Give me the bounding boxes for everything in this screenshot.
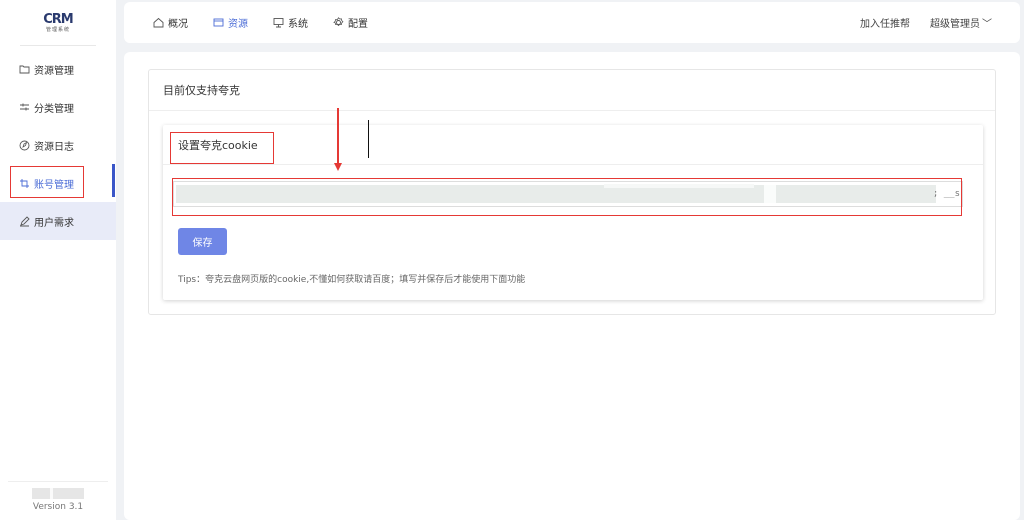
settings-icon — [332, 17, 344, 28]
sidebar-item-logs[interactable]: 资源日志 — [0, 126, 116, 164]
sidebar-item-label: 资源管理 — [34, 65, 74, 77]
annotation-box-accounts — [10, 166, 84, 198]
top-right: 加入任推帮 超级管理员 ﹀ — [840, 2, 992, 43]
annotation-box-card-title — [170, 132, 274, 164]
tab-resources[interactable]: 资源 — [212, 15, 248, 30]
folder-icon — [18, 63, 30, 75]
tab-system[interactable]: 系统 — [272, 15, 308, 30]
save-button[interactable]: 保存 — [178, 228, 227, 255]
sidebar: CRM 管理系统 资源管理 分类管理 资源日志 账号管理 用户需求 Versio… — [0, 0, 116, 520]
user-name: 超级管理员 — [930, 19, 980, 30]
tab-settings[interactable]: 配置 — [332, 15, 368, 30]
recommend-link[interactable]: 加入任推帮 — [860, 15, 910, 30]
tips-text: Tips：夸克云盘网页版的cookie,不懂如何获取请百度；填写并保存后才能使用… — [178, 275, 526, 285]
tab-label: 配置 — [348, 19, 368, 30]
home-icon — [152, 17, 164, 28]
sidebar-item-resources[interactable]: 资源管理 — [0, 50, 116, 88]
sidebar-item-label: 资源日志 — [34, 141, 74, 153]
sidebar-item-label: 用户需求 — [34, 217, 74, 229]
panel-title: 目前仅支持夸克 — [149, 70, 995, 111]
version-label: Version 3.1 — [32, 502, 84, 512]
tab-label: 资源 — [228, 19, 248, 30]
annotation-arrow-head — [334, 163, 342, 171]
main-content: 目前仅支持夸克 设置夸克cookie ; __s 保存 Tips：夸克云盘网页版… — [124, 52, 1020, 520]
sliders-icon — [18, 101, 30, 113]
box-icon — [212, 17, 224, 28]
sidebar-item-categories[interactable]: 分类管理 — [0, 88, 116, 126]
text-cursor — [368, 120, 369, 158]
tab-label: 系统 — [288, 19, 308, 30]
user-menu[interactable]: 超级管理员 ﹀ — [930, 15, 992, 30]
tab-overview[interactable]: 概况 — [152, 15, 188, 30]
monitor-icon — [272, 17, 284, 28]
compass-icon — [18, 139, 30, 151]
tab-label: 概况 — [168, 19, 188, 30]
divider — [8, 481, 108, 482]
version-placeholder — [32, 488, 84, 499]
top-navbar: 概况 资源 系统 配置 加入任推帮 超级管理员 ﹀ — [124, 2, 1020, 43]
logo-mark: CRM — [43, 12, 74, 27]
logo: CRM 管理系统 — [20, 12, 96, 46]
sidebar-item-label: 分类管理 — [34, 103, 74, 115]
sidebar-menu: 资源管理 分类管理 资源日志 账号管理 用户需求 — [0, 50, 116, 240]
top-tabs: 概况 资源 系统 配置 — [152, 2, 392, 43]
pen-icon — [18, 215, 30, 227]
card-title: 设置夸克cookie — [163, 125, 983, 165]
annotation-arrow — [337, 108, 339, 164]
logo-subtitle: 管理系统 — [45, 27, 70, 33]
annotation-box-cookie-input — [172, 178, 962, 216]
sidebar-item-user-requests[interactable]: 用户需求 — [0, 202, 116, 240]
chevron-down-icon: ﹀ — [982, 19, 992, 30]
